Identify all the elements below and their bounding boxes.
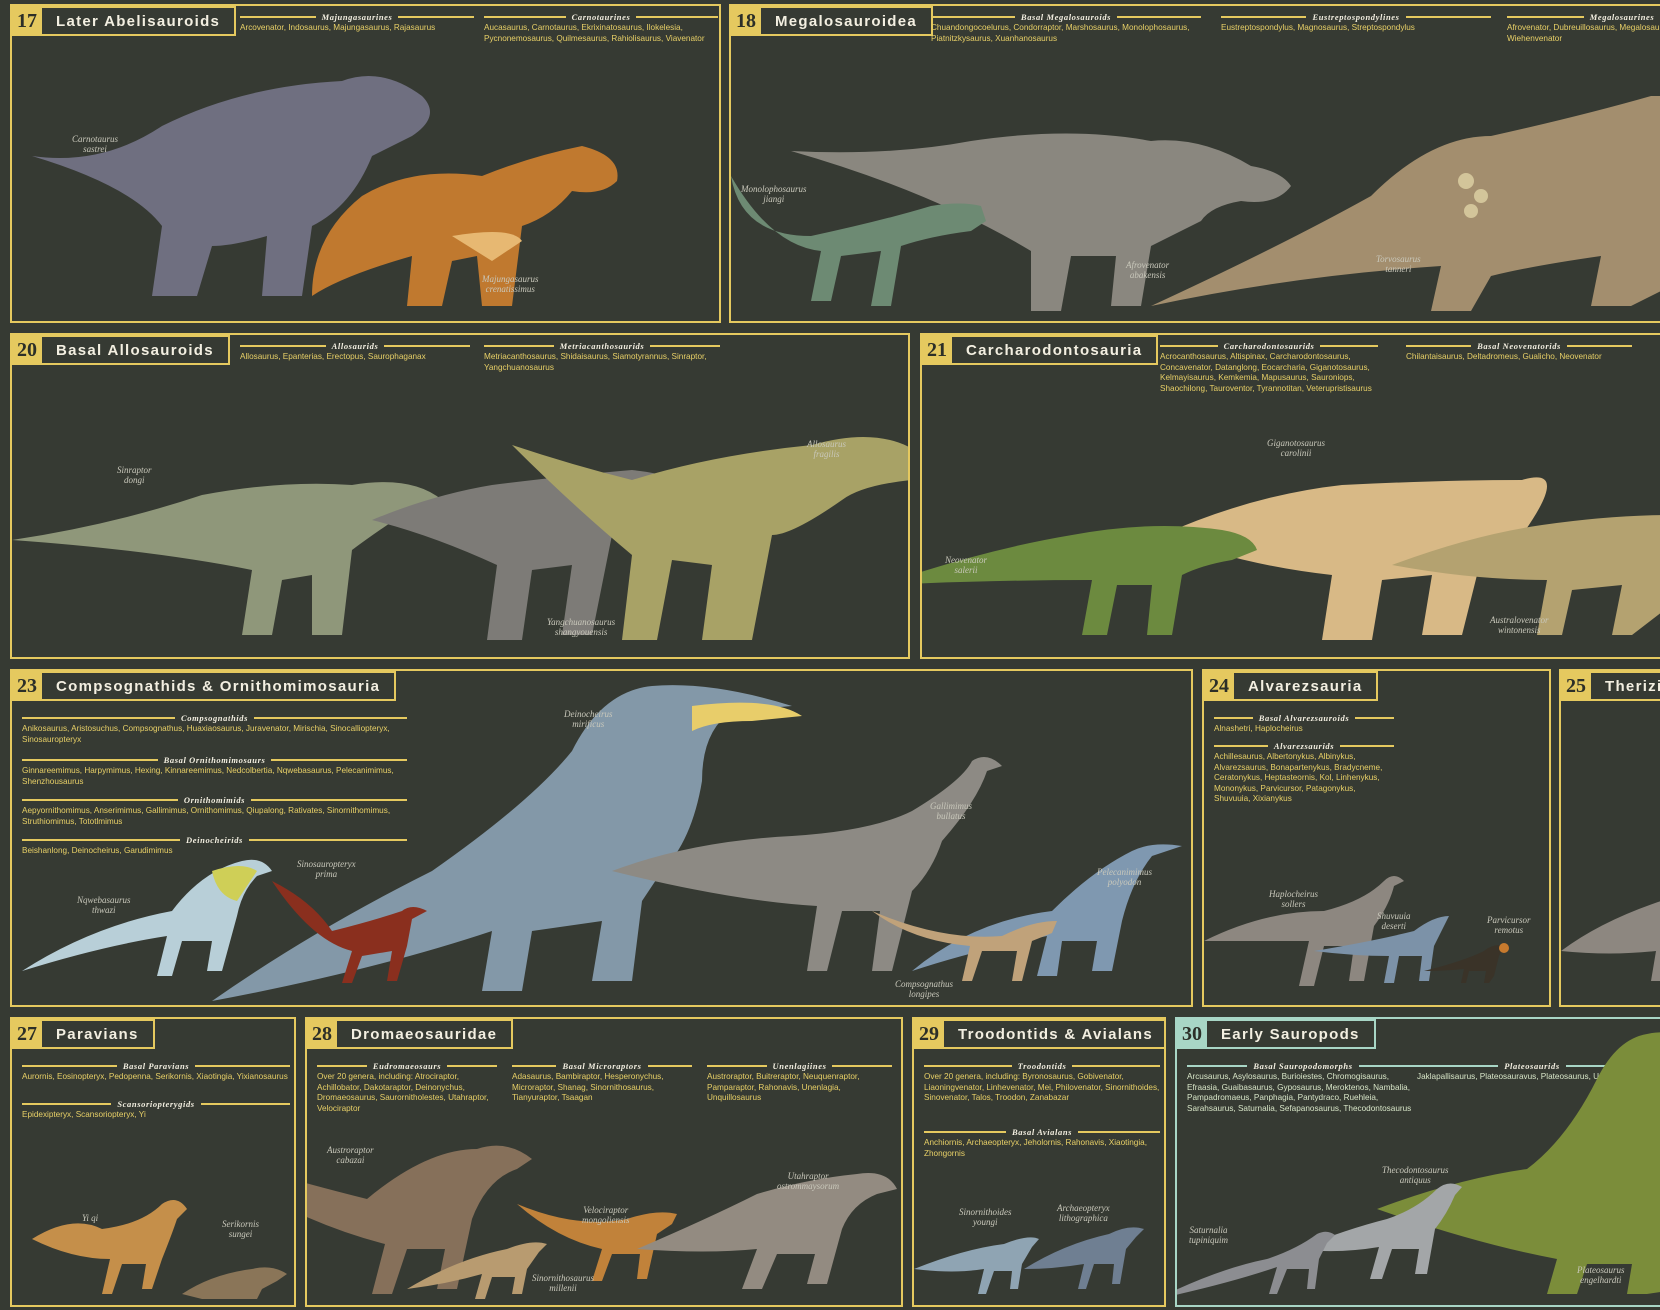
thecodontosaurus-silhouette bbox=[1297, 1183, 1462, 1279]
dinosaur-illustrations bbox=[32, 76, 618, 306]
caption-allosaurus: Allosaurus fragilis bbox=[807, 439, 847, 459]
caption-shuvuuia: Shuvuuia deserti bbox=[1377, 911, 1411, 931]
panel-18: 18 Megalosauroidea Basal Megalosauroids … bbox=[729, 4, 1660, 323]
caption-compsognathus: Compsognathus longipes bbox=[895, 979, 954, 999]
panel-21: 21 Carcharodontosauria Carcharodontosaur… bbox=[920, 333, 1660, 659]
caption-austroraptor: Austroraptor cabazai bbox=[327, 1145, 374, 1165]
caption-monolophosaurus: Monolophosaurus jiangi bbox=[741, 184, 807, 204]
sinornithoides-silhouette bbox=[914, 1237, 1039, 1294]
deinocheirus-silhouette bbox=[212, 685, 802, 1001]
therizinosaur-silhouette bbox=[1561, 901, 1660, 981]
panel-29: 29 Troodontids & Avialans Troodontids Ov… bbox=[912, 1017, 1166, 1307]
pelecanimimus-silhouette bbox=[912, 844, 1182, 976]
caption-utahraptor: Utahraptor ostrommaysorum bbox=[777, 1171, 840, 1191]
caption-sinornithosaurus: Sinornithosaurus millenii bbox=[532, 1273, 595, 1293]
caption-torvosaurus: Torvosaurus tanneri bbox=[1376, 254, 1421, 274]
caption-pelecanimimus: Pelecanimimus polyodon bbox=[1097, 867, 1152, 887]
caption-sinraptor: Sinraptor dongi bbox=[117, 465, 152, 485]
caption-velociraptor: Velociraptor mongoliensis bbox=[582, 1205, 630, 1225]
caption-carnotaurus: Carnotaurus sastrei bbox=[72, 134, 119, 154]
caption-australovenator: Australovenator wintonensis bbox=[1490, 615, 1549, 635]
caption-yi-qi: Yi qi bbox=[82, 1213, 99, 1223]
caption-archaeopteryx: Archaeopteryx lithographica bbox=[1057, 1203, 1110, 1223]
dinosaur-illustrations bbox=[1561, 901, 1660, 981]
dinosaur-illustrations bbox=[307, 1145, 897, 1299]
neovenator-silhouette bbox=[922, 526, 1257, 635]
parvicursor-silhouette bbox=[1424, 943, 1509, 983]
caption-sinosauropteryx: Sinosauropteryx prima bbox=[297, 859, 356, 879]
panel-24: 24 Alvarezsauria Basal Alvarezsauroids A… bbox=[1202, 669, 1551, 1007]
caption-majungasaurus: Majungasaurus crenatissimus bbox=[482, 274, 539, 294]
dinosaur-illustrations bbox=[12, 437, 908, 640]
dinosaur-illustrations bbox=[1177, 1032, 1660, 1295]
caption-plateosaurus: Plateosaurus engelhardti bbox=[1577, 1265, 1625, 1285]
panel-23: 23 Compsognathids & Ornithomimosauria Co… bbox=[10, 669, 1193, 1007]
caption-gallimimus: Gallimimus bullatus bbox=[930, 801, 973, 821]
sinornithosaurus-silhouette bbox=[407, 1242, 547, 1299]
caption-deinocheirus: Deinocheirus mirificus bbox=[564, 709, 613, 729]
dinosaur-illustrations bbox=[922, 477, 1660, 640]
archaeopteryx-silhouette bbox=[1024, 1227, 1144, 1289]
caption-sinornithoides: Sinornithoides youngi bbox=[959, 1207, 1012, 1227]
panel-27: 27 Paravians Basal Paravians Aurornis, E… bbox=[10, 1017, 296, 1307]
panel-25: 25 Therizinosauria bbox=[1559, 669, 1660, 1007]
serikornis-silhouette bbox=[182, 1267, 287, 1299]
yi-qi-silhouette bbox=[32, 1200, 187, 1294]
caption-saturnalia: Saturnalia tupiniquim bbox=[1189, 1225, 1229, 1245]
dinosaur-illustrations bbox=[731, 96, 1660, 311]
panel-20: 20 Basal Allosauroids Allosaurids Allosa… bbox=[10, 333, 910, 659]
caption-haplocheirus: Haplocheirus sollers bbox=[1269, 889, 1318, 909]
caption-thecodontosaurus: Thecodontosaurus antiquus bbox=[1382, 1165, 1449, 1185]
caption-yangchuanosaurus: Yangchuanosaurus shangyouensis bbox=[547, 617, 616, 637]
caption-parvicursor: Parvicursor remotus bbox=[1487, 915, 1531, 935]
dinosaur-illustrations bbox=[914, 1227, 1144, 1294]
dinosaur-illustrations bbox=[32, 1200, 287, 1299]
caption-neovenator: Neovenator salerii bbox=[945, 555, 987, 575]
caption-giganotosaurus: Giganotosaurus carolinii bbox=[1267, 438, 1326, 458]
panel-17: 17 Later Abelisauroids Majungasaurines A… bbox=[10, 4, 721, 323]
caption-nqwebasaurus: Nqwebasaurus thwazi bbox=[77, 895, 131, 915]
dinosaur-illustrations bbox=[1204, 876, 1509, 986]
panel-30: 30 Early Sauropods Basal Sauropodomorphs… bbox=[1175, 1017, 1660, 1307]
caption-serikornis: Serikornis sungei bbox=[222, 1219, 259, 1239]
utahraptor-silhouette bbox=[637, 1173, 897, 1289]
caption-afrovenator: Afrovenator abakensis bbox=[1126, 260, 1170, 280]
panel-28: 28 Dromaeosauridae Eudromaeosaurs Over 2… bbox=[305, 1017, 903, 1307]
nqwebasaurus-silhouette bbox=[22, 859, 272, 976]
sinraptor-silhouette bbox=[12, 482, 442, 635]
